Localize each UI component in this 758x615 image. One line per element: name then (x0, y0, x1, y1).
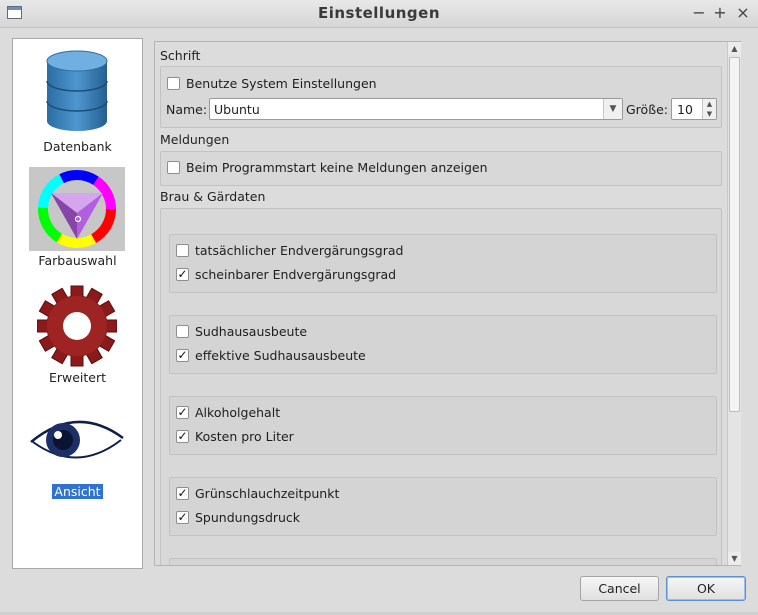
checkbox-box[interactable]: ✓ (176, 511, 189, 524)
section-heading-braudaten: Brau & Gärdaten (160, 189, 266, 204)
sidebar-item-farbauswahl[interactable]: Farbauswahl (13, 165, 142, 275)
font-size-spinbox[interactable]: 10 ▲ ▼ (671, 98, 717, 120)
settings-window: Einstellungen − + × Datenbank Farbauswah… (0, 0, 758, 615)
group-schrift: Benutze System Einstellungen Name: Ubunt… (160, 66, 722, 128)
sidebar-item-label: Farbauswahl (38, 253, 117, 268)
close-button[interactable]: × (734, 3, 752, 23)
checkbox-box[interactable] (167, 77, 180, 90)
checkbox-box[interactable]: ✓ (176, 268, 189, 281)
color-wheel-icon-frame (29, 167, 125, 251)
sidebar-item-erweitert[interactable]: Erweitert (13, 282, 142, 392)
sidebar-item-datenbank[interactable]: Datenbank (13, 47, 142, 157)
section-heading-schrift: Schrift (160, 48, 201, 63)
checkbox-box[interactable] (176, 244, 189, 257)
checkbox-label: Beim Programmstart keine Meldungen anzei… (186, 160, 488, 175)
window-title: Einstellungen (317, 4, 441, 22)
sidebar-item-ansicht[interactable]: Ansicht (13, 404, 142, 504)
checkbox-label: Kosten pro Liter (195, 429, 294, 444)
checkbox-label: Sudhausausbeute (195, 324, 308, 339)
gear-icon (37, 285, 117, 367)
spin-buttons: ▲ ▼ (702, 99, 716, 119)
checkbox-box[interactable]: ✓ (176, 487, 189, 500)
checkbox-box[interactable]: ✓ (176, 406, 189, 419)
eye-icon (30, 420, 124, 459)
checkbox-label: scheinbarer Endvergärungsgrad (195, 267, 397, 282)
font-size-label: Größe: (626, 102, 668, 117)
scrollbar-thumb[interactable] (729, 57, 740, 412)
subgroup-alkohol-kosten: ✓ Alkoholgehalt ✓ Kosten pro Liter (169, 396, 717, 455)
section-heading-meldungen: Meldungen (160, 132, 230, 147)
checkbox-label: effektive Sudhausausbeute (195, 348, 366, 363)
checkbox-box[interactable] (167, 161, 180, 174)
subgroup-endvergaerung: tatsächlicher Endvergärungsgrad ✓ schein… (169, 234, 717, 293)
chevron-down-icon[interactable]: ▼ (603, 99, 622, 119)
checkbox-label: tatsächlicher Endvergärungsgrad (195, 243, 404, 258)
settings-content: Schrift Benutze System Einstellungen Nam… (154, 41, 741, 566)
checkbox-box[interactable]: ✓ (176, 349, 189, 362)
group-meldungen: Beim Programmstart keine Meldungen anzei… (160, 151, 722, 186)
font-size-value: 10 (677, 102, 693, 117)
checkbox-label: Benutze System Einstellungen (186, 76, 377, 91)
title-bar[interactable]: Einstellungen − + × (0, 0, 758, 28)
font-name-combobox[interactable]: Ubuntu ▼ (209, 98, 623, 120)
font-name-label: Name: (166, 102, 208, 117)
ok-button[interactable]: OK (666, 576, 746, 601)
content-scrollbar[interactable]: ▲ ▼ (727, 42, 741, 565)
checkbox-box[interactable] (176, 325, 189, 338)
subgroup-partial (169, 558, 717, 565)
scroll-down-icon[interactable]: ▼ (728, 552, 741, 565)
scroll-up-icon[interactable]: ▲ (728, 42, 741, 55)
settings-sidebar: Datenbank Farbauswahl Erweitert Ansicht (12, 38, 143, 569)
checkbox-box[interactable]: ✓ (176, 430, 189, 443)
spin-up-icon[interactable]: ▲ (703, 99, 716, 109)
subgroup-gruenschlauch: ✓ Grünschlauchzeitpunkt ✓ Spundungsdruck (169, 477, 717, 536)
checkbox-label: Spundungsdruck (195, 510, 301, 525)
checkbox-label: Grünschlauchzeitpunkt (195, 486, 340, 501)
sidebar-item-label: Datenbank (43, 139, 112, 154)
minimize-button[interactable]: − (690, 3, 708, 23)
database-icon (46, 50, 108, 131)
font-name-value: Ubuntu (214, 102, 260, 117)
color-wheel-icon (38, 170, 116, 248)
group-braudaten: tatsächlicher Endvergärungsgrad ✓ schein… (160, 208, 722, 565)
sidebar-item-label: Ansicht (52, 484, 103, 499)
maximize-button[interactable]: + (711, 3, 729, 23)
sidebar-item-label: Erweitert (48, 370, 107, 385)
spin-down-icon[interactable]: ▼ (703, 109, 716, 119)
cancel-button[interactable]: Cancel (580, 576, 659, 601)
checkbox-label: Alkoholgehalt (195, 405, 281, 420)
subgroup-sudhausausbeute: Sudhausausbeute ✓ effektive Sudhausausbe… (169, 315, 717, 374)
